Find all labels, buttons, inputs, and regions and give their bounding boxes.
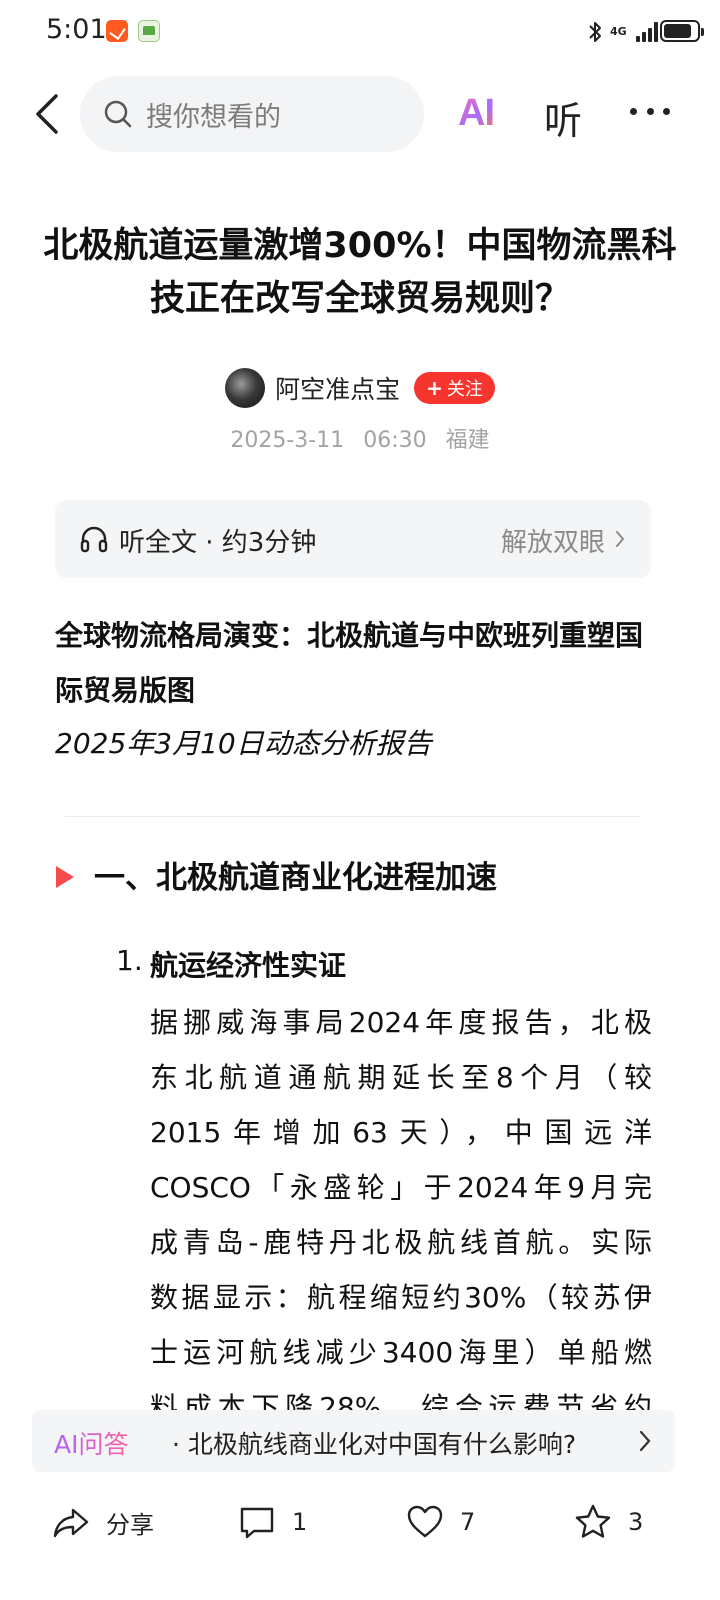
back-arrow-icon[interactable] bbox=[28, 92, 68, 136]
ai-qa-question: · 北极航线商业化对中国有什么影响? bbox=[172, 1430, 577, 1459]
article-meta: 2025-3-11 06:30 福建 bbox=[0, 422, 720, 454]
body-line: COSCO「永盛轮」于2024年9月完 bbox=[150, 1171, 652, 1204]
body-line: 2015年增加63天），中国远洋 bbox=[150, 1116, 652, 1149]
app-notification-icon-2 bbox=[138, 20, 160, 42]
body-line: 士运河航线减少3400海里）单船燃 bbox=[150, 1336, 652, 1369]
top-nav: 搜你想看的 AI 听 bbox=[0, 74, 720, 154]
app-notification-icon bbox=[106, 20, 128, 42]
body-line: 据挪威海事局2024年度报告，北极 bbox=[150, 1006, 652, 1039]
publish-time: 06:30 bbox=[363, 428, 427, 453]
list-item-title: 航运经济性实证 bbox=[150, 949, 347, 982]
publish-date: 2025-3-11 bbox=[230, 428, 345, 453]
like-button[interactable]: 7 bbox=[406, 1498, 475, 1546]
like-count: 7 bbox=[460, 1508, 476, 1536]
free-eyes-label: 解放双眼 bbox=[500, 528, 605, 558]
comment-count: 1 bbox=[292, 1508, 308, 1536]
article-title: 北极航道运量激增300%！中国物流黑科技正在改写全球贸易规则？ bbox=[43, 226, 677, 319]
more-options-icon[interactable] bbox=[630, 108, 670, 118]
favorite-button[interactable]: 3 bbox=[574, 1498, 643, 1546]
plus-icon: + bbox=[426, 376, 443, 400]
divider bbox=[65, 816, 641, 817]
ai-qa-tag: AI问答 bbox=[54, 1425, 128, 1461]
comment-icon bbox=[240, 1507, 274, 1539]
search-placeholder: 搜你想看的 bbox=[146, 101, 281, 133]
follow-label: 关注 bbox=[446, 379, 483, 400]
publish-location: 福建 bbox=[445, 428, 490, 453]
share-icon bbox=[53, 1508, 89, 1538]
listen-duration-label: 听全文 · 约3分钟 bbox=[119, 528, 317, 558]
ai-qa-bar[interactable]: AI问答 · 北极航线商业化对中国有什么影响? bbox=[32, 1410, 675, 1472]
status-indicators: 4G bbox=[588, 18, 658, 46]
listen-full-text-card[interactable]: 听全文 · 约3分钟 解放双眼 bbox=[55, 500, 651, 578]
network-label: 4G bbox=[610, 25, 627, 38]
star-icon bbox=[575, 1504, 611, 1538]
battery-fill bbox=[664, 24, 692, 38]
comment-button[interactable]: 1 bbox=[238, 1498, 307, 1546]
article-heading: 全球物流格局演变：北极航道与中欧班列重塑国际贸易版图 bbox=[55, 619, 644, 707]
body-line: 成青岛-鹿特丹北极航线首航。实际 bbox=[150, 1226, 652, 1259]
favorite-count: 3 bbox=[628, 1508, 644, 1536]
author-name[interactable]: 阿空准点宝 bbox=[275, 370, 400, 406]
report-date: 2025年3月10日动态分析报告 bbox=[55, 727, 432, 760]
status-bar: 5:01 4G bbox=[0, 0, 720, 64]
bluetooth-icon bbox=[589, 22, 601, 42]
body-line: 东北航道通航期延长至8个月（较 bbox=[150, 1061, 652, 1094]
bottom-action-bar: 分享 1 7 3 bbox=[0, 1480, 720, 1600]
listen-button[interactable]: 听 bbox=[544, 90, 582, 145]
list-number: 1. bbox=[116, 944, 143, 977]
share-button[interactable]: 分享 bbox=[52, 1498, 154, 1546]
avatar[interactable] bbox=[225, 368, 266, 408]
share-label: 分享 bbox=[106, 1510, 154, 1539]
section-title: 一、北极航道商业化进程加速 bbox=[94, 860, 497, 896]
follow-button[interactable]: + 关注 bbox=[414, 372, 495, 404]
headphone-icon bbox=[80, 526, 108, 553]
heart-icon bbox=[407, 1505, 443, 1538]
battery-icon bbox=[660, 20, 704, 42]
chevron-right-icon bbox=[616, 531, 625, 547]
section-marker-icon bbox=[56, 866, 74, 888]
signal-icon bbox=[636, 22, 658, 42]
search-input[interactable]: 搜你想看的 bbox=[80, 76, 424, 152]
status-time: 5:01 bbox=[46, 14, 107, 45]
author-row: 阿空准点宝 + 关注 bbox=[0, 366, 720, 410]
ai-button[interactable]: AI bbox=[458, 92, 495, 135]
body-line: 数据显示：航程缩短约30%（较苏伊 bbox=[150, 1281, 652, 1314]
list-item-body: 据挪威海事局2024年度报告，北极 东北航道通航期延长至8个月（较 2015年增… bbox=[150, 995, 652, 1415]
search-icon bbox=[104, 100, 132, 128]
chevron-right-icon bbox=[639, 1430, 651, 1452]
